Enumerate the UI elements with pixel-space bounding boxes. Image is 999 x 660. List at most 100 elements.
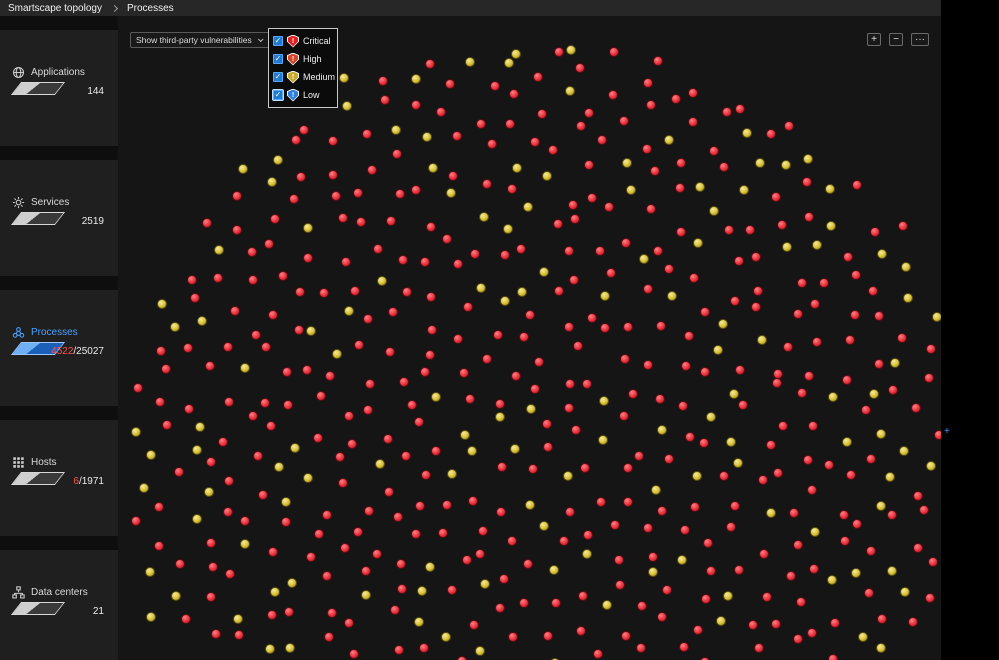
process-node[interactable] bbox=[476, 283, 486, 293]
process-node[interactable] bbox=[543, 442, 553, 452]
process-node[interactable] bbox=[447, 585, 457, 595]
process-node[interactable] bbox=[600, 323, 610, 333]
process-node[interactable] bbox=[420, 257, 430, 267]
breadcrumb-processes[interactable]: Processes bbox=[119, 3, 182, 14]
process-node[interactable] bbox=[384, 487, 394, 497]
process-node[interactable] bbox=[314, 529, 324, 539]
process-node[interactable] bbox=[643, 284, 653, 294]
process-node[interactable] bbox=[154, 541, 164, 551]
process-node[interactable] bbox=[273, 155, 283, 165]
process-node[interactable] bbox=[681, 361, 691, 371]
process-node[interactable] bbox=[251, 330, 261, 340]
process-node[interactable] bbox=[812, 240, 822, 250]
process-node[interactable] bbox=[751, 252, 761, 262]
sidebar-item-services[interactable]: Services 2519 bbox=[0, 160, 118, 276]
process-node[interactable] bbox=[730, 296, 740, 306]
process-node[interactable] bbox=[393, 512, 403, 522]
process-node[interactable] bbox=[470, 249, 480, 259]
process-node[interactable] bbox=[378, 76, 388, 86]
process-node[interactable] bbox=[771, 619, 781, 629]
process-node[interactable] bbox=[468, 496, 478, 506]
process-node[interactable] bbox=[542, 419, 552, 429]
process-node[interactable] bbox=[655, 394, 665, 404]
process-node[interactable] bbox=[415, 501, 425, 511]
process-node[interactable] bbox=[901, 262, 911, 272]
mini-plus-marker[interactable]: + bbox=[944, 426, 950, 437]
process-node[interactable] bbox=[877, 614, 887, 624]
process-node[interactable] bbox=[757, 335, 767, 345]
process-node[interactable] bbox=[425, 350, 435, 360]
process-node[interactable] bbox=[549, 565, 559, 575]
process-node[interactable] bbox=[211, 629, 221, 639]
process-node[interactable] bbox=[204, 487, 214, 497]
process-node[interactable] bbox=[676, 158, 686, 168]
process-node[interactable] bbox=[530, 384, 540, 394]
process-node[interactable] bbox=[597, 135, 607, 145]
process-node[interactable] bbox=[238, 164, 248, 174]
process-node[interactable] bbox=[533, 72, 543, 82]
process-node[interactable] bbox=[447, 469, 457, 479]
process-node[interactable] bbox=[495, 399, 505, 409]
process-node[interactable] bbox=[392, 149, 402, 159]
process-node[interactable] bbox=[623, 497, 633, 507]
process-node[interactable] bbox=[866, 546, 876, 556]
process-node[interactable] bbox=[688, 117, 698, 127]
process-node[interactable] bbox=[170, 322, 180, 332]
process-node[interactable] bbox=[388, 307, 398, 317]
process-node[interactable] bbox=[610, 520, 620, 530]
process-node[interactable] bbox=[274, 462, 284, 472]
process-node[interactable] bbox=[146, 450, 156, 460]
process-node[interactable] bbox=[480, 579, 490, 589]
process-node[interactable] bbox=[419, 643, 429, 653]
process-node[interactable] bbox=[648, 567, 658, 577]
process-node[interactable] bbox=[234, 630, 244, 640]
process-node[interactable] bbox=[294, 325, 304, 335]
process-node[interactable] bbox=[858, 632, 868, 642]
process-node[interactable] bbox=[361, 590, 371, 600]
sidebar-item-processes[interactable]: Processes 4522/25027 bbox=[0, 290, 118, 406]
process-node[interactable] bbox=[637, 601, 647, 611]
process-node[interactable] bbox=[723, 591, 733, 601]
process-node[interactable] bbox=[701, 594, 711, 604]
process-node[interactable] bbox=[786, 571, 796, 581]
process-node[interactable] bbox=[525, 500, 535, 510]
process-node[interactable] bbox=[739, 185, 749, 195]
process-node[interactable] bbox=[195, 422, 205, 432]
process-node[interactable] bbox=[664, 454, 674, 464]
process-node[interactable] bbox=[664, 264, 674, 274]
process-node[interactable] bbox=[636, 643, 646, 653]
process-node[interactable] bbox=[475, 549, 485, 559]
process-node[interactable] bbox=[539, 267, 549, 277]
process-node[interactable] bbox=[724, 225, 734, 235]
process-node[interactable] bbox=[414, 417, 424, 427]
process-node[interactable] bbox=[745, 225, 755, 235]
process-node[interactable] bbox=[295, 287, 305, 297]
process-node[interactable] bbox=[446, 188, 456, 198]
process-node[interactable] bbox=[634, 451, 644, 461]
process-node[interactable] bbox=[766, 440, 776, 450]
process-node[interactable] bbox=[285, 643, 295, 653]
process-node[interactable] bbox=[230, 306, 240, 316]
process-node[interactable] bbox=[688, 88, 698, 98]
process-node[interactable] bbox=[190, 293, 200, 303]
process-node[interactable] bbox=[526, 404, 536, 414]
process-node[interactable] bbox=[367, 165, 377, 175]
process-node[interactable] bbox=[582, 549, 592, 559]
process-node[interactable] bbox=[608, 90, 618, 100]
process-node[interactable] bbox=[566, 45, 576, 55]
process-node[interactable] bbox=[842, 437, 852, 447]
process-node[interactable] bbox=[181, 614, 191, 624]
medium-checkbox[interactable]: ✓ bbox=[273, 72, 283, 82]
process-node[interactable] bbox=[411, 74, 421, 84]
process-node[interactable] bbox=[699, 438, 709, 448]
process-node[interactable] bbox=[824, 460, 834, 470]
process-node[interactable] bbox=[414, 617, 424, 627]
process-node[interactable] bbox=[162, 420, 172, 430]
process-node[interactable] bbox=[340, 543, 350, 553]
process-node[interactable] bbox=[628, 389, 638, 399]
process-node[interactable] bbox=[733, 458, 743, 468]
process-node[interactable] bbox=[810, 527, 820, 537]
process-node[interactable] bbox=[248, 411, 258, 421]
third-party-vulnerabilities-dropdown[interactable]: Show third-party vulnerabilities bbox=[130, 32, 270, 48]
process-node[interactable] bbox=[268, 310, 278, 320]
